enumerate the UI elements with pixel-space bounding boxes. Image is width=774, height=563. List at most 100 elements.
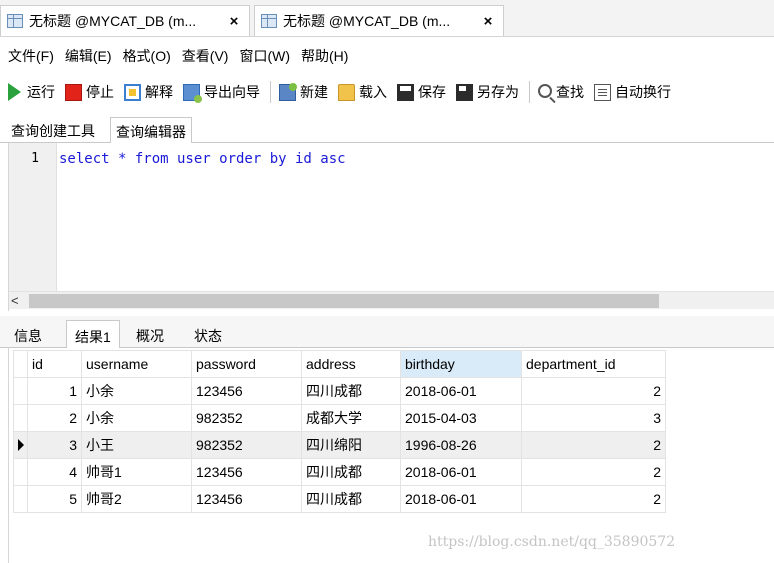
table-row[interactable]: 2 小余 982352 成都大学 2015-04-03 3 xyxy=(13,404,666,432)
export-label: 导出向导 xyxy=(204,84,260,100)
cell-username[interactable]: 小王 xyxy=(81,431,192,459)
cell-username[interactable]: 小余 xyxy=(81,377,192,405)
cell-department-id[interactable]: 2 xyxy=(521,377,666,405)
horizontal-scrollbar[interactable]: < xyxy=(9,291,774,309)
row-marker[interactable] xyxy=(13,485,28,513)
cell-address[interactable]: 四川绵阳 xyxy=(301,431,401,459)
cell-password[interactable]: 982352 xyxy=(191,404,302,432)
scroll-left-arrow-icon[interactable]: < xyxy=(11,293,19,308)
row-marker-header xyxy=(13,350,28,378)
save-as-button[interactable]: 另存为 xyxy=(456,82,519,102)
column-header-address[interactable]: address xyxy=(301,350,401,378)
folder-icon xyxy=(338,83,355,101)
explain-label: 解释 xyxy=(145,84,173,100)
column-header-username[interactable]: username xyxy=(81,350,192,378)
result-tabs: 信息 结果1 概况 状态 xyxy=(0,316,774,349)
table-row-current[interactable]: 3 小王 982352 四川绵阳 1996-08-26 2 xyxy=(13,431,666,459)
cell-address[interactable]: 成都大学 xyxy=(301,404,401,432)
cell-username[interactable]: 帅哥1 xyxy=(81,458,192,486)
close-icon[interactable]: × xyxy=(225,13,243,30)
close-icon[interactable]: × xyxy=(479,13,497,30)
new-icon xyxy=(279,82,297,101)
cell-id[interactable]: 1 xyxy=(27,377,82,405)
cell-department-id[interactable]: 2 xyxy=(521,458,666,486)
cell-birthday[interactable]: 2018-06-01 xyxy=(400,485,522,513)
menu-help[interactable]: 帮助(H) xyxy=(301,46,348,66)
column-header-birthday[interactable]: birthday xyxy=(400,350,522,378)
cell-password[interactable]: 982352 xyxy=(191,431,302,459)
line-number: 1 xyxy=(31,151,39,166)
menu-window[interactable]: 窗口(W) xyxy=(239,46,290,66)
run-label: 运行 xyxy=(27,84,55,100)
header-row: id username password address birthday de… xyxy=(13,350,666,378)
menu-format[interactable]: 格式(O) xyxy=(123,46,171,66)
table-row[interactable]: 5 帅哥2 123456 四川成都 2018-06-01 2 xyxy=(13,485,666,513)
row-marker[interactable] xyxy=(13,404,28,432)
saveas-icon xyxy=(456,83,473,101)
menu-file[interactable]: 文件(F) xyxy=(8,46,54,66)
export-wizard-button[interactable]: 导出向导 xyxy=(183,82,260,103)
save-button[interactable]: 保存 xyxy=(397,82,446,102)
cell-password[interactable]: 123456 xyxy=(191,377,302,405)
cell-department-id[interactable]: 2 xyxy=(521,485,666,513)
load-button[interactable]: 载入 xyxy=(338,82,387,102)
menu-bar: 文件(F) 编辑(E) 格式(O) 查看(V) 窗口(W) 帮助(H) xyxy=(0,42,774,70)
stop-icon xyxy=(65,83,82,101)
document-tab-1[interactable]: 无标题 @MYCAT_DB (m... × xyxy=(0,5,250,36)
new-button[interactable]: 新建 xyxy=(279,82,328,102)
cell-id[interactable]: 3 xyxy=(27,431,82,459)
menu-edit[interactable]: 编辑(E) xyxy=(65,46,112,66)
tab-info[interactable]: 信息 xyxy=(6,320,50,348)
cell-birthday[interactable]: 1996-08-26 xyxy=(400,431,522,459)
column-header-department-id[interactable]: department_id xyxy=(521,350,666,378)
table-row[interactable]: 1 小余 123456 四川成都 2018-06-01 2 xyxy=(13,377,666,405)
row-marker[interactable] xyxy=(13,458,28,486)
cell-password[interactable]: 123456 xyxy=(191,485,302,513)
cell-username[interactable]: 帅哥2 xyxy=(81,485,192,513)
row-marker[interactable] xyxy=(13,431,28,459)
column-header-id[interactable]: id xyxy=(27,350,82,378)
stop-button[interactable]: 停止 xyxy=(65,82,114,102)
explain-icon xyxy=(124,83,141,101)
document-tab-bar: 无标题 @MYCAT_DB (m... × 无标题 @MYCAT_DB (m..… xyxy=(0,0,774,37)
saveas-label: 另存为 xyxy=(477,84,519,100)
document-tab-title: 无标题 @MYCAT_DB (m... xyxy=(283,13,451,29)
tab-status[interactable]: 状态 xyxy=(186,320,230,348)
sql-editor[interactable]: 1 select * from user order by id asc < xyxy=(8,143,774,311)
editor-mode-tabs: 查询创建工具 查询编辑器 xyxy=(0,115,774,144)
menu-view[interactable]: 查看(V) xyxy=(182,46,229,66)
cell-id[interactable]: 5 xyxy=(27,485,82,513)
explain-button[interactable]: 解释 xyxy=(124,82,173,102)
word-wrap-button[interactable]: 自动换行 xyxy=(594,82,671,102)
find-button[interactable]: 查找 xyxy=(538,82,584,102)
table-row[interactable]: 4 帅哥1 123456 四川成都 2018-06-01 2 xyxy=(13,458,666,486)
cell-address[interactable]: 四川成都 xyxy=(301,458,401,486)
tab-result-1[interactable]: 结果1 xyxy=(66,320,120,349)
cell-password[interactable]: 123456 xyxy=(191,458,302,486)
column-header-password[interactable]: password xyxy=(191,350,302,378)
run-icon xyxy=(8,83,21,101)
cell-id[interactable]: 4 xyxy=(27,458,82,486)
cell-department-id[interactable]: 2 xyxy=(521,431,666,459)
tab-query-builder[interactable]: 查询创建工具 xyxy=(6,117,100,143)
row-marker[interactable] xyxy=(13,377,28,405)
cell-birthday[interactable]: 2018-06-01 xyxy=(400,458,522,486)
document-tab-2[interactable]: 无标题 @MYCAT_DB (m... × xyxy=(254,5,504,36)
scrollbar-thumb[interactable] xyxy=(29,294,659,308)
run-button[interactable]: 运行 xyxy=(8,82,55,102)
export-icon xyxy=(183,83,202,103)
tab-profile[interactable]: 概况 xyxy=(128,320,172,348)
save-icon xyxy=(397,83,414,101)
cell-address[interactable]: 四川成都 xyxy=(301,377,401,405)
cell-department-id[interactable]: 3 xyxy=(521,404,666,432)
cell-address[interactable]: 四川成都 xyxy=(301,485,401,513)
watermark: https://blog.csdn.net/qq_35890572 xyxy=(428,534,676,550)
sql-code-line[interactable]: select * from user order by id asc xyxy=(59,151,346,167)
cell-username[interactable]: 小余 xyxy=(81,404,192,432)
tab-query-editor[interactable]: 查询编辑器 xyxy=(110,117,192,144)
document-tab-title: 无标题 @MYCAT_DB (m... xyxy=(29,13,197,29)
cell-birthday[interactable]: 2015-04-03 xyxy=(400,404,522,432)
wrap-icon xyxy=(594,83,611,101)
cell-birthday[interactable]: 2018-06-01 xyxy=(400,377,522,405)
cell-id[interactable]: 2 xyxy=(27,404,82,432)
